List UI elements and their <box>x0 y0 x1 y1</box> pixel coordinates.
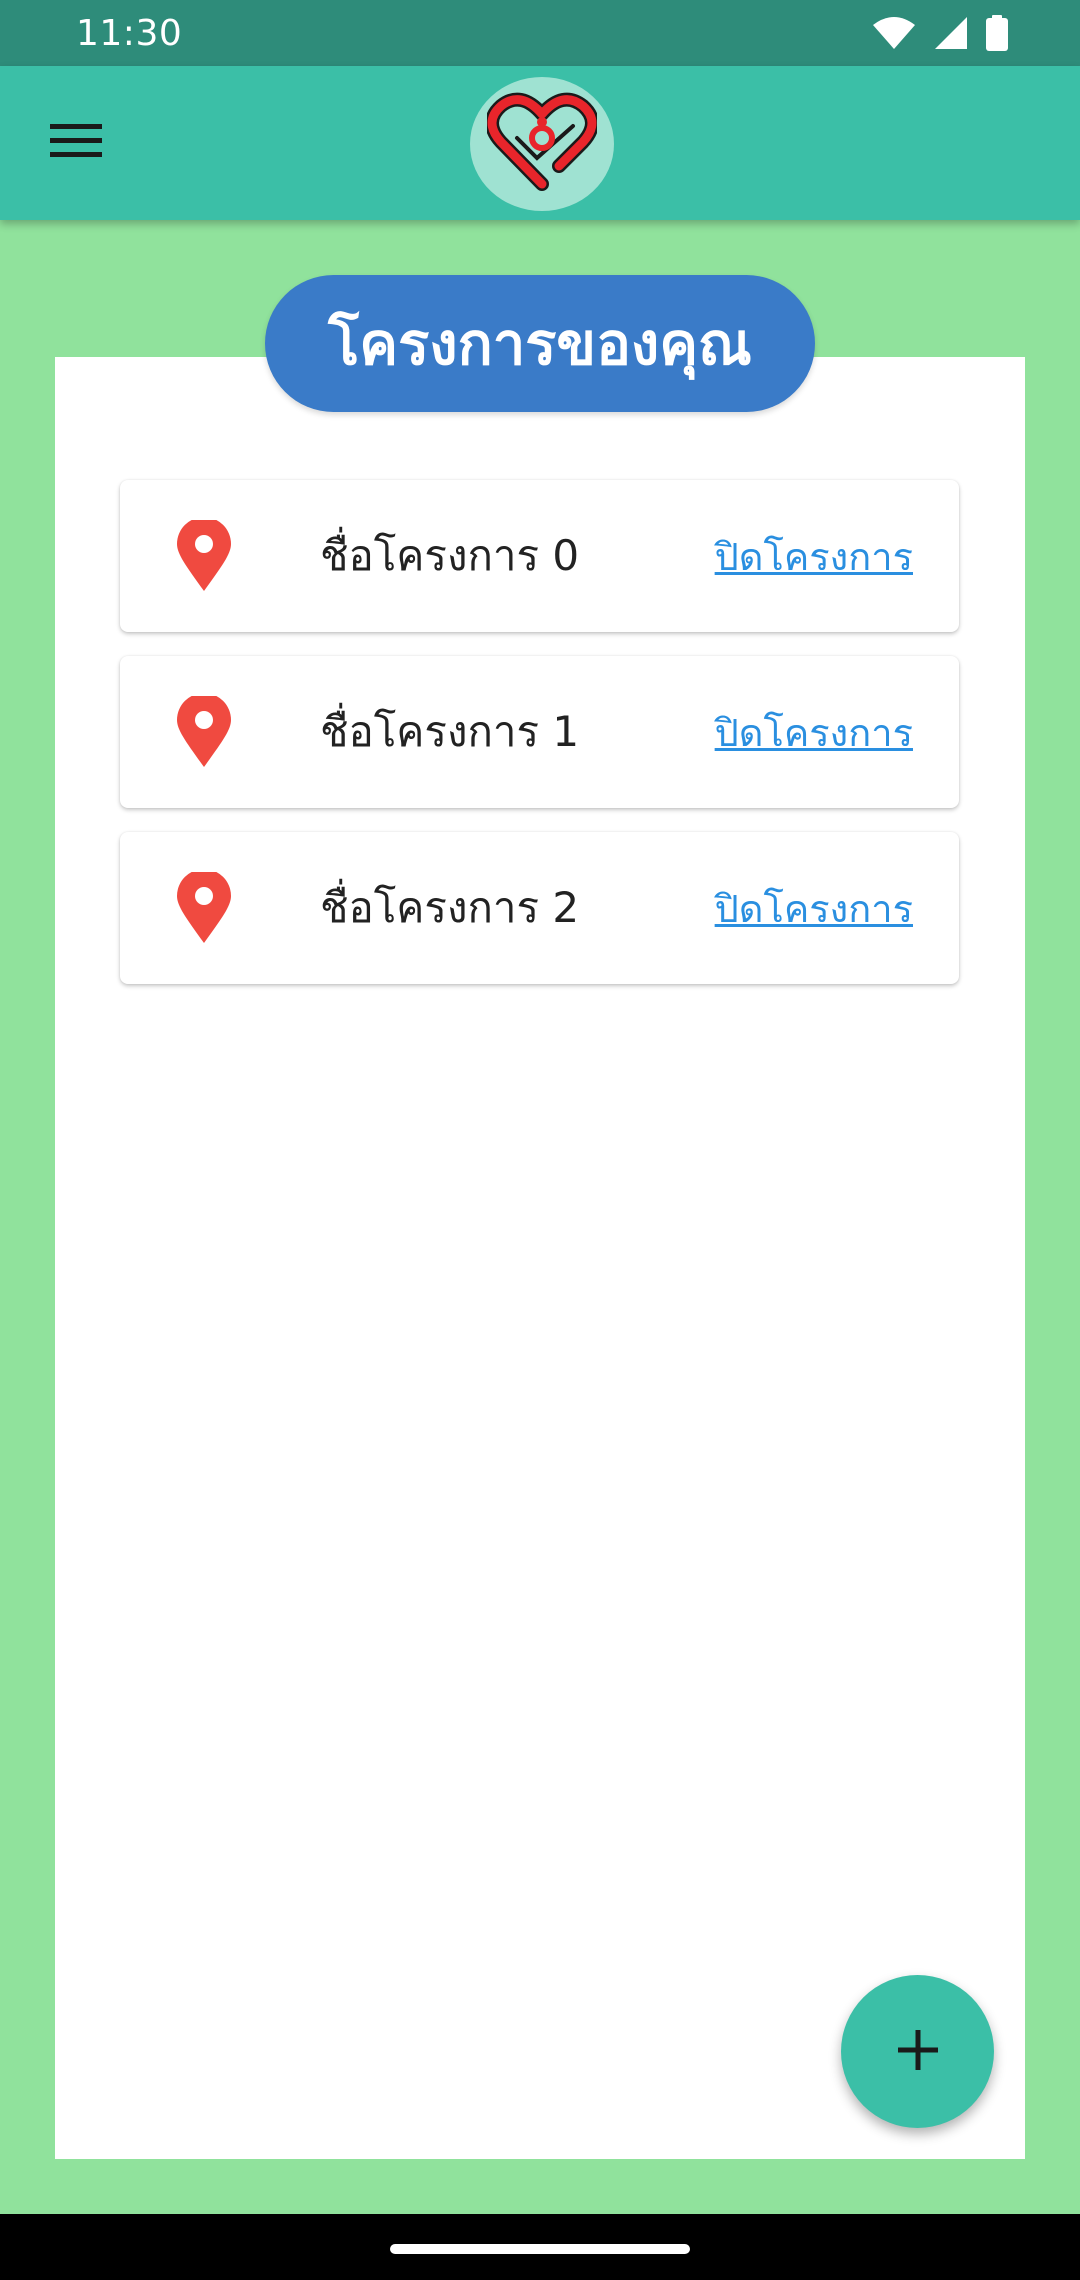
system-nav-bar <box>0 2214 1080 2280</box>
project-name: ชื่อโครงการ 0 <box>320 531 580 580</box>
location-pin-icon <box>176 869 232 944</box>
signal-icon <box>934 16 968 50</box>
hamburger-menu-icon <box>50 122 102 164</box>
project-list: ชื่อโครงการ 0 ปิดโครงการ ชื่อโครงการ 1 ป… <box>120 480 959 1008</box>
app-logo <box>470 77 614 211</box>
status-icons <box>872 15 1008 51</box>
menu-button[interactable] <box>36 112 116 174</box>
app-bar <box>0 66 1080 220</box>
page-title: โครงการของคุณ <box>265 275 815 412</box>
location-pin-icon <box>176 693 232 768</box>
close-project-link[interactable]: ปิดโครงการ <box>715 656 913 808</box>
close-project-link[interactable]: ปิดโครงการ <box>715 480 913 632</box>
home-indicator[interactable] <box>390 2244 690 2254</box>
status-bar: 11:30 <box>0 0 1080 66</box>
status-time: 11:30 <box>76 12 183 54</box>
project-list-item[interactable]: ชื่อโครงการ 2 ปิดโครงการ <box>120 832 959 984</box>
wifi-icon <box>872 16 916 50</box>
battery-icon <box>986 15 1008 51</box>
project-name: ชื่อโครงการ 1 <box>320 707 580 756</box>
project-list-item[interactable]: ชื่อโครงการ 1 ปิดโครงการ <box>120 656 959 808</box>
project-list-item[interactable]: ชื่อโครงการ 0 ปิดโครงการ <box>120 480 959 632</box>
plus-icon <box>897 2029 938 2074</box>
location-pin-icon <box>176 517 232 592</box>
project-name: ชื่อโครงการ 2 <box>320 883 580 932</box>
close-project-link[interactable]: ปิดโครงการ <box>715 832 913 984</box>
heart-check-logo-icon <box>485 92 599 196</box>
add-project-button[interactable] <box>841 1975 994 2128</box>
